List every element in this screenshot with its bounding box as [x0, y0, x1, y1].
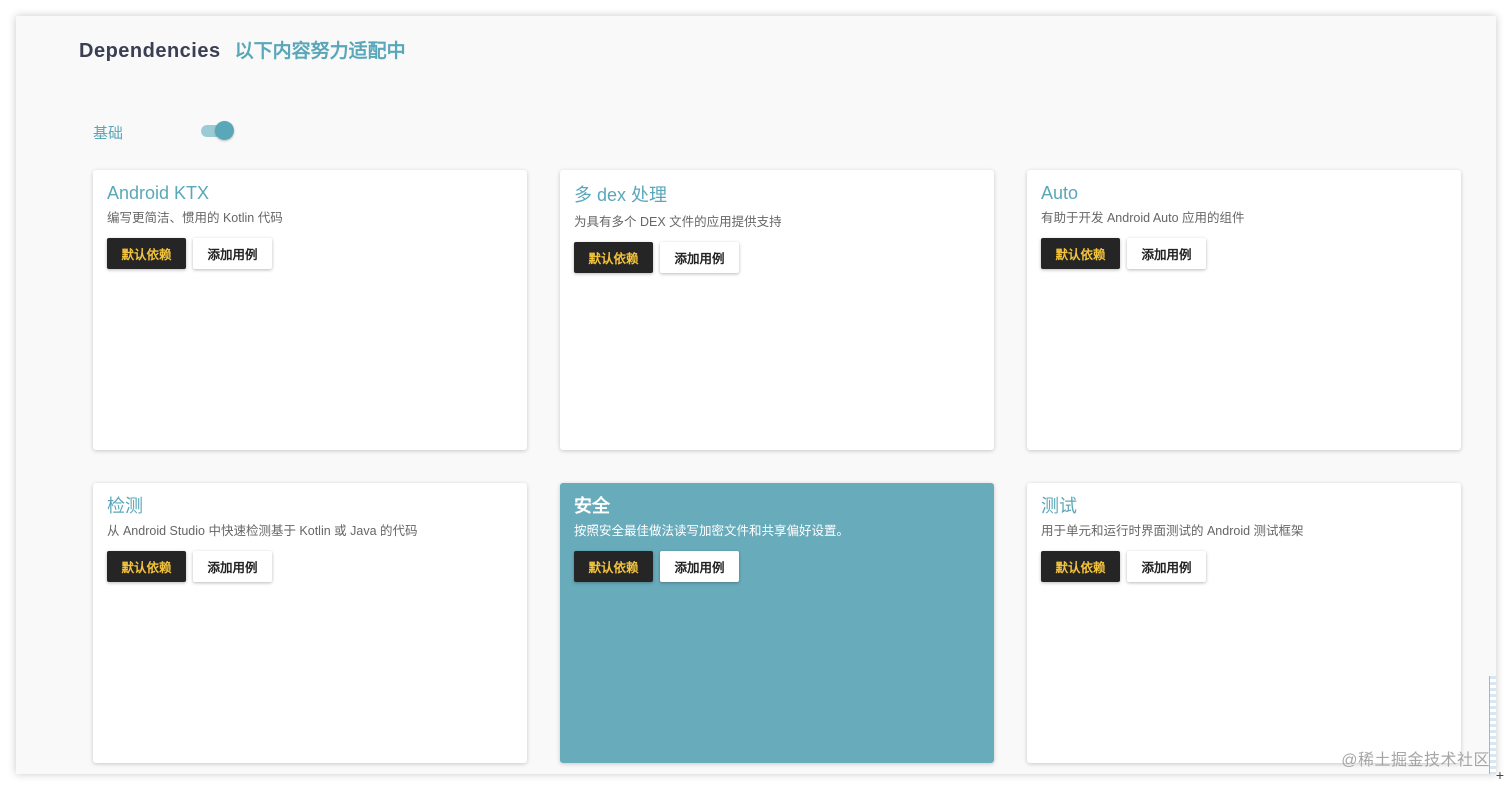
basic-toggle-switch[interactable]	[201, 120, 235, 142]
card-title: Android KTX	[107, 183, 210, 203]
add-example-button[interactable]: 添加用例	[1127, 551, 1206, 582]
add-example-button[interactable]: 添加用例	[660, 551, 739, 582]
card-actions: 默认依赖 添加用例	[574, 551, 980, 582]
card-description: 为具有多个 DEX 文件的应用提供支持	[574, 215, 782, 229]
card-title: 多 dex 处理	[574, 185, 668, 205]
card-description: 从 Android Studio 中快速检测基于 Kotlin 或 Java 的…	[107, 524, 418, 538]
card-title: 检测	[107, 496, 143, 516]
card-description: 编写更简洁、惯用的 Kotlin 代码	[107, 211, 283, 225]
default-dependency-button[interactable]: 默认依赖	[1041, 551, 1120, 582]
card-description: 用于单元和运行时界面测试的 Android 测试框架	[1041, 524, 1304, 538]
section-label: 基础	[93, 125, 124, 142]
card-description: 按照安全最佳做法读写加密文件和共享偏好设置。	[574, 524, 850, 538]
card-security: 安全 按照安全最佳做法读写加密文件和共享偏好设置。 默认依赖 添加用例	[560, 483, 994, 763]
toggle-thumb	[215, 121, 234, 140]
card-actions: 默认依赖 添加用例	[574, 242, 980, 273]
card-benchmark: 检测 从 Android Studio 中快速检测基于 Kotlin 或 Jav…	[93, 483, 527, 763]
section-toggle-row: 基础	[93, 120, 253, 142]
default-dependency-button[interactable]: 默认依赖	[107, 551, 186, 582]
default-dependency-button[interactable]: 默认依赖	[1041, 238, 1120, 269]
default-dependency-button[interactable]: 默认依赖	[574, 551, 653, 582]
default-dependency-button[interactable]: 默认依赖	[107, 238, 186, 269]
app-window: Dependencies 以下内容努力适配中 基础 Android KTX 编写…	[16, 16, 1496, 774]
edge-scroll-strip	[1489, 676, 1496, 774]
add-example-button[interactable]: 添加用例	[193, 551, 272, 582]
page-title: Dependencies	[79, 40, 221, 62]
card-test: 测试 用于单元和运行时界面测试的 Android 测试框架 默认依赖 添加用例	[1027, 483, 1461, 763]
add-example-button[interactable]: 添加用例	[660, 242, 739, 273]
page-header: Dependencies 以下内容努力适配中	[79, 36, 406, 63]
card-multidex: 多 dex 处理 为具有多个 DEX 文件的应用提供支持 默认依赖 添加用例	[560, 170, 994, 450]
add-example-button[interactable]: 添加用例	[193, 238, 272, 269]
default-dependency-button[interactable]: 默认依赖	[574, 242, 653, 273]
card-actions: 默认依赖 添加用例	[107, 551, 513, 582]
watermark-text: @稀土掘金技术社区	[1341, 752, 1490, 769]
card-description: 有助于开发 Android Auto 应用的组件	[1041, 211, 1245, 225]
crosshair-icon: +	[1495, 767, 1504, 783]
card-actions: 默认依赖 添加用例	[1041, 551, 1447, 582]
card-title: Auto	[1041, 183, 1079, 203]
card-title: 测试	[1041, 496, 1077, 516]
page-subtitle: 以下内容努力适配中	[234, 41, 406, 62]
add-example-button[interactable]: 添加用例	[1127, 238, 1206, 269]
card-android-ktx: Android KTX 编写更简洁、惯用的 Kotlin 代码 默认依赖 添加用…	[93, 170, 527, 450]
card-auto: Auto 有助于开发 Android Auto 应用的组件 默认依赖 添加用例	[1027, 170, 1461, 450]
card-actions: 默认依赖 添加用例	[1041, 238, 1447, 269]
card-actions: 默认依赖 添加用例	[107, 238, 513, 269]
card-title: 安全	[574, 496, 610, 516]
